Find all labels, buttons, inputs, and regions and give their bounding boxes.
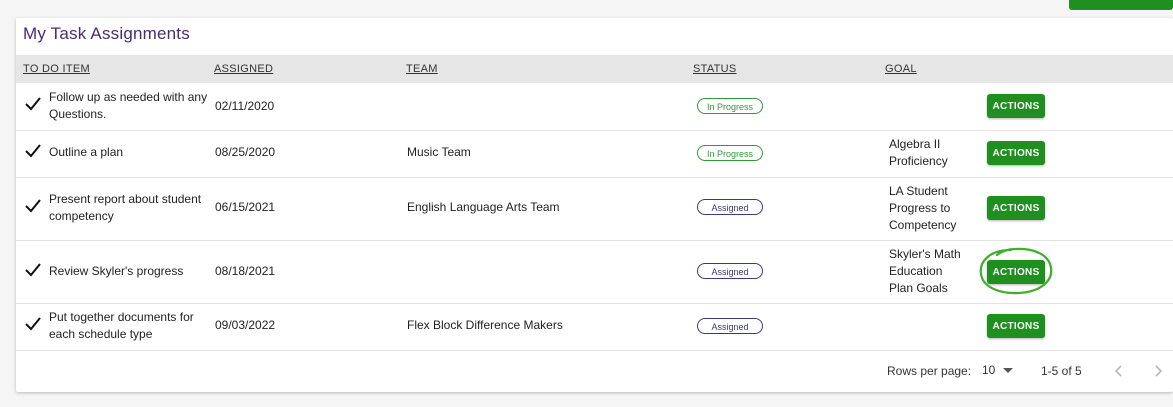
header-team[interactable]: TEAM	[406, 63, 438, 75]
todo-item-text: Review Skyler's progress	[49, 264, 184, 278]
table-row: Outline a plan 08/25/2020 Music Team In …	[16, 130, 1173, 178]
assigned-date: 08/25/2020	[215, 145, 276, 159]
header-status[interactable]: STATUS	[693, 63, 737, 75]
assigned-date: 08/18/2021	[215, 264, 276, 278]
goal-text: LA Student Progress to Competency	[889, 184, 957, 232]
status-badge: Assigned	[697, 318, 763, 334]
table-row: Follow up as needed with any Questions. …	[16, 83, 1173, 131]
table-row: Put together documents for each schedule…	[16, 303, 1173, 351]
goal-text: Algebra II Proficiency	[889, 137, 948, 168]
header-goal[interactable]: GOAL	[885, 63, 917, 75]
chevron-left-icon[interactable]	[1109, 361, 1129, 381]
assigned-date: 02/11/2020	[215, 99, 275, 113]
task-assignments-card: My Task Assignments TO DO ITEM ASSIGNED …	[16, 18, 1173, 392]
rows-per-page-value: 10	[982, 363, 996, 377]
status-badge: Assigned	[697, 263, 763, 279]
rows-per-page-label: Rows per page:	[887, 364, 972, 378]
todo-item-text: Outline a plan	[49, 145, 124, 159]
todo-item-text: Present report about student competency	[49, 192, 202, 223]
actions-button[interactable]: ACTIONS	[987, 196, 1045, 220]
check-icon	[25, 263, 41, 277]
table-header: TO DO ITEM ASSIGNED TEAM STATUS GOAL	[16, 55, 1173, 83]
actions-button[interactable]: ACTIONS	[987, 94, 1045, 118]
check-icon	[25, 317, 41, 331]
todo-item-text: Put together documents for each schedule…	[49, 310, 194, 341]
assigned-date: 09/03/2022	[215, 318, 276, 332]
highlight-circle-annotation	[979, 247, 1053, 295]
pagination-footer: Rows per page: 10 1-5 of 5	[16, 351, 1173, 391]
todo-item-text: Follow up as needed with any Questions.	[49, 90, 208, 121]
actions-button[interactable]: ACTIONS	[987, 314, 1045, 338]
goal-text: Skyler's Math Education Plan Goals	[889, 247, 961, 295]
status-badge: In Progress	[697, 98, 763, 114]
table-row: Present report about student competency …	[16, 177, 1173, 241]
header-todo-item[interactable]: TO DO ITEM	[23, 63, 90, 75]
chevron-right-icon[interactable]	[1148, 361, 1168, 381]
assigned-date: 06/15/2021	[215, 200, 276, 214]
status-badge: Assigned	[697, 199, 763, 215]
header-assigned[interactable]: ASSIGNED	[214, 63, 273, 75]
team-name: Music Team	[407, 145, 471, 159]
card-title: My Task Assignments	[23, 24, 190, 43]
team-name: English Language Arts Team	[407, 200, 560, 214]
pagination-range: 1-5 of 5	[1041, 364, 1082, 378]
check-icon	[25, 199, 41, 213]
team-name: Flex Block Difference Makers	[407, 318, 563, 332]
dropdown-arrow-icon	[1002, 367, 1013, 373]
actions-button[interactable]: ACTIONS	[987, 141, 1045, 165]
check-icon	[25, 97, 41, 111]
check-icon	[25, 144, 41, 158]
rows-per-page-select[interactable]: 10	[982, 363, 1013, 377]
status-badge: In Progress	[697, 145, 763, 161]
top-action-button[interactable]	[1069, 0, 1173, 10]
